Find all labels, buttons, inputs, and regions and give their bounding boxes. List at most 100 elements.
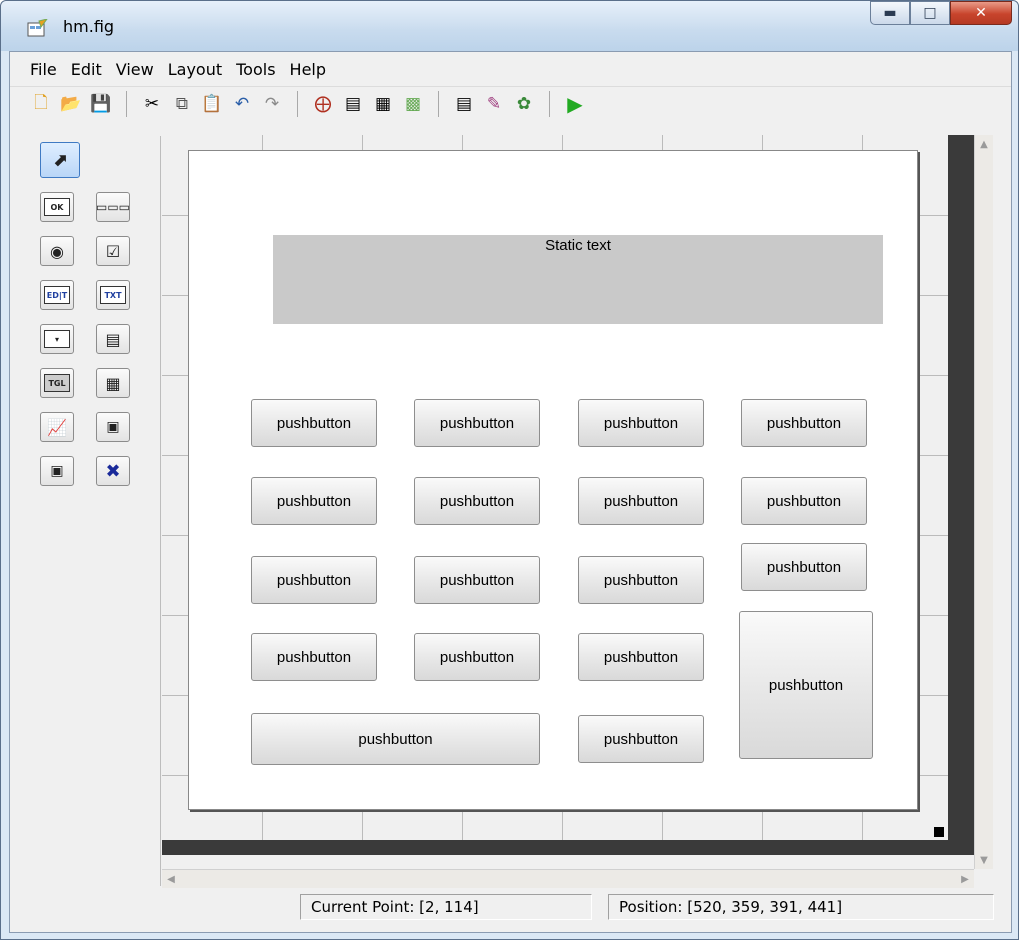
paste-icon[interactable]: 📋 [201,93,223,115]
popup-menu-tool[interactable]: ▾ [40,324,74,354]
select-tool-button[interactable]: ⬈ [40,142,80,178]
toggle-button-icon: TGL [44,374,70,392]
property-inspector-icon[interactable]: ✎ [483,93,505,115]
figure-resize-handle[interactable] [934,827,944,837]
scroll-up-icon[interactable]: ▲ [975,135,993,153]
pushbutton-r3c1[interactable]: pushbutton [251,556,377,604]
pushbutton-r2c4[interactable]: pushbutton [741,477,867,525]
vertical-scrollbar[interactable]: ▲ ▼ [974,135,993,869]
pushbutton-r1c4[interactable]: pushbutton [741,399,867,447]
toolbar-separator [549,91,550,117]
scroll-down-icon[interactable]: ▼ [975,851,993,869]
axes-icon: 📈 [47,417,67,437]
pushbutton-r3c2[interactable]: pushbutton [414,556,540,604]
table-tool[interactable]: ▦ [96,368,130,398]
menu-help[interactable]: Help [290,60,340,79]
position-status: Position: [520, 359, 391, 441] [608,894,994,920]
maximize-icon: □ [923,5,937,21]
cut-icon[interactable]: ✂ [141,93,163,115]
tab-order-editor-icon[interactable]: ▦ [372,93,394,115]
slider-tool[interactable]: ▭▭▭ [96,192,130,222]
new-file-icon[interactable]: 🗋 [30,93,52,115]
title-bar[interactable]: hm.fig ▬ □ ✕ [1,1,1018,51]
activex-icon: ✖ [105,460,121,482]
pushbutton-r2c2[interactable]: pushbutton [414,477,540,525]
radio-button-tool[interactable]: ◉ [40,236,74,266]
component-palette: ⬈ OK ▭▭▭ ◉ ☑ ED|T TXT ▾ ▤ TGL ▦ 📈 ▣ ▣ ✖ [10,136,161,886]
maximize-button[interactable]: □ [910,1,950,25]
align-objects-icon[interactable]: ⨁ [312,93,334,115]
table-icon: ▦ [105,373,121,393]
scroll-left-icon[interactable]: ◀ [162,870,180,888]
menu-tools[interactable]: Tools [236,60,289,79]
pushbutton-tall[interactable]: pushbutton [739,611,873,759]
undo-icon[interactable]: ↶ [231,93,253,115]
status-bar: Current Point: [2, 114] Position: [520, … [10,890,1011,924]
pushbutton-r4c1[interactable]: pushbutton [251,633,377,681]
edit-text-icon: ED|T [44,286,70,304]
pushbutton-r1c2[interactable]: pushbutton [414,399,540,447]
copy-icon[interactable]: ⧉ [171,93,193,115]
gui-figure[interactable]: Static text pushbutton pushbutton pushbu… [188,150,918,810]
checkbox-tool[interactable]: ☑ [96,236,130,266]
menu-editor-icon[interactable]: ▤ [342,93,364,115]
menu-view[interactable]: View [116,60,168,79]
minimize-icon: ▬ [883,5,897,21]
edit-text-tool[interactable]: ED|T [40,280,74,310]
menu-file[interactable]: File [30,60,71,79]
button-group-tool[interactable]: ▣ [40,456,74,486]
figure-boundary-right [948,135,974,855]
save-icon[interactable]: 💾 [90,93,112,115]
pushbutton-icon: OK [44,198,70,216]
close-button[interactable]: ✕ [950,1,1012,25]
popup-menu-icon: ▾ [44,330,70,348]
pushbutton-r5c3[interactable]: pushbutton [578,715,704,763]
pushbutton-r4c3[interactable]: pushbutton [578,633,704,681]
object-browser-icon[interactable]: ✿ [513,93,535,115]
pushbutton-tool[interactable]: OK [40,192,74,222]
listbox-icon: ▤ [105,329,121,349]
open-folder-icon[interactable]: 📂 [60,93,82,115]
scroll-right-icon[interactable]: ▶ [956,870,974,888]
pushbutton-r4c2[interactable]: pushbutton [414,633,540,681]
axes-tool[interactable]: 📈 [40,412,74,442]
run-figure-icon[interactable]: ▶ [564,92,586,116]
pushbutton-r3c3[interactable]: pushbutton [578,556,704,604]
current-point-status: Current Point: [2, 114] [300,894,592,920]
toolbar-separator [297,91,298,117]
minimize-button[interactable]: ▬ [870,1,910,25]
figure-boundary-bottom [162,840,974,855]
guide-window: hm.fig ▬ □ ✕ File Edit View Layout Tools… [0,0,1019,940]
close-icon: ✕ [975,5,987,21]
listbox-tool[interactable]: ▤ [96,324,130,354]
window-title: hm.fig [63,17,115,36]
menu-edit[interactable]: Edit [71,60,116,79]
slider-icon: ▭▭▭ [96,200,131,214]
toolbar-separator [438,91,439,117]
pushbutton-r1c3[interactable]: pushbutton [578,399,704,447]
window-controls: ▬ □ ✕ [870,1,1012,27]
panel-icon: ▣ [106,419,120,435]
button-group-icon: ▣ [50,463,64,479]
pushbutton-wide[interactable]: pushbutton [251,713,540,765]
toggle-button-tool[interactable]: TGL [40,368,74,398]
toolbar-editor-icon[interactable]: ▩ [402,93,424,115]
layout-editor-canvas[interactable]: Static text pushbutton pushbutton pushbu… [162,135,974,869]
pushbutton-r2c1[interactable]: pushbutton [251,477,377,525]
static-text-tool[interactable]: TXT [96,280,130,310]
horizontal-scrollbar[interactable]: ◀ ▶ [162,869,974,888]
pushbutton-r2c3[interactable]: pushbutton [578,477,704,525]
menu-bar: File Edit View Layout Tools Help [10,52,1011,86]
pushbutton-r3c4[interactable]: pushbutton [741,543,867,591]
redo-icon[interactable]: ↷ [261,93,283,115]
radio-button-icon: ◉ [50,241,64,261]
toolbar-separator [126,91,127,117]
arrow-pointer-icon: ⬈ [52,149,68,171]
pushbutton-r1c1[interactable]: pushbutton [251,399,377,447]
m-file-editor-icon[interactable]: ▤ [453,93,475,115]
activex-control-tool[interactable]: ✖ [96,456,130,486]
static-text-component[interactable]: Static text [273,235,883,324]
panel-tool[interactable]: ▣ [96,412,130,442]
client-area: File Edit View Layout Tools Help 🗋 📂 💾 ✂… [9,51,1012,933]
menu-layout[interactable]: Layout [168,60,236,79]
